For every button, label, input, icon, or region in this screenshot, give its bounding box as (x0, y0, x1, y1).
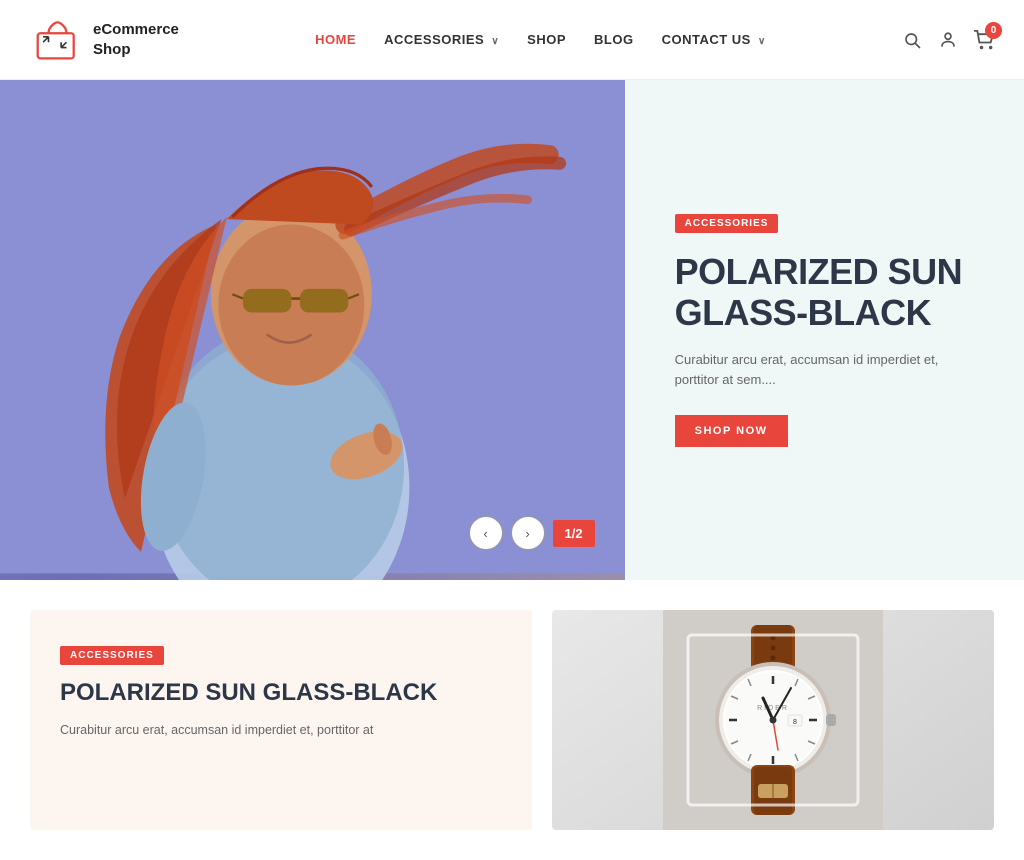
nav-item-shop[interactable]: SHOP (527, 31, 566, 49)
hero-image: ‹ › 1/2 (0, 80, 625, 580)
chevron-down-icon: ∨ (758, 36, 766, 47)
hero-title: POLARIZED SUN GLASS-BLACK (675, 251, 963, 334)
main-nav: HOME ACCESSORIES ∨ SHOP BLOG CONTACT US … (315, 31, 766, 49)
site-header: eCommerce Shop HOME ACCESSORIES ∨ SHOP B… (0, 0, 1024, 80)
hero-woman-svg (0, 80, 625, 580)
svg-text:RIDER: RIDER (757, 705, 789, 712)
prev-slide-button[interactable]: ‹ (469, 516, 503, 550)
user-button[interactable] (938, 30, 958, 50)
nav-item-accessories[interactable]: ACCESSORIES ∨ (384, 31, 499, 49)
cart-badge: 0 (985, 22, 1002, 39)
card-category-badge: ACCESSORIES (60, 646, 164, 665)
logo[interactable]: eCommerce Shop (30, 17, 179, 62)
chevron-down-icon: ∨ (491, 36, 499, 47)
card-watch: RIDER 8 (552, 610, 994, 830)
hero-content: ACCESSORIES POLARIZED SUN GLASS-BLACK Cu… (625, 80, 1024, 580)
shop-now-button[interactable]: SHOP NOW (675, 415, 788, 447)
nav-item-blog[interactable]: BLOG (594, 31, 634, 49)
card-accessories: ACCESSORIES POLARIZED SUN GLASS-BLACK Cu… (30, 610, 532, 830)
watch-image: RIDER 8 (663, 610, 883, 830)
cards-section: ACCESSORIES POLARIZED SUN GLASS-BLACK Cu… (0, 580, 1024, 860)
arrow-right-icon: › (525, 526, 529, 541)
card-title: POLARIZED SUN GLASS-BLACK (60, 679, 502, 708)
next-slide-button[interactable]: › (511, 516, 545, 550)
card-description: Curabitur arcu erat, accumsan id imperdi… (60, 720, 502, 740)
header-actions: 0 (902, 30, 994, 50)
user-icon (939, 31, 957, 49)
hero-description: Curabitur arcu erat, accumsan id imperdi… (675, 350, 955, 392)
svg-text:8: 8 (793, 719, 797, 726)
search-button[interactable] (902, 30, 922, 50)
nav-item-home[interactable]: HOME (315, 31, 356, 49)
arrow-left-icon: ‹ (483, 526, 487, 541)
cart-button[interactable]: 0 (974, 30, 994, 50)
slide-counter: 1/2 (553, 520, 595, 547)
logo-text: eCommerce Shop (93, 20, 179, 59)
hero-category-badge: ACCESSORIES (675, 214, 779, 233)
hero-navigation: ‹ › 1/2 (469, 516, 595, 550)
hero-section: ‹ › 1/2 ACCESSORIES POLARIZED SUN GLASS-… (0, 80, 1024, 580)
search-icon (903, 31, 921, 49)
logo-icon (30, 17, 85, 62)
nav-item-contact[interactable]: CONTACT US ∨ (662, 31, 766, 49)
